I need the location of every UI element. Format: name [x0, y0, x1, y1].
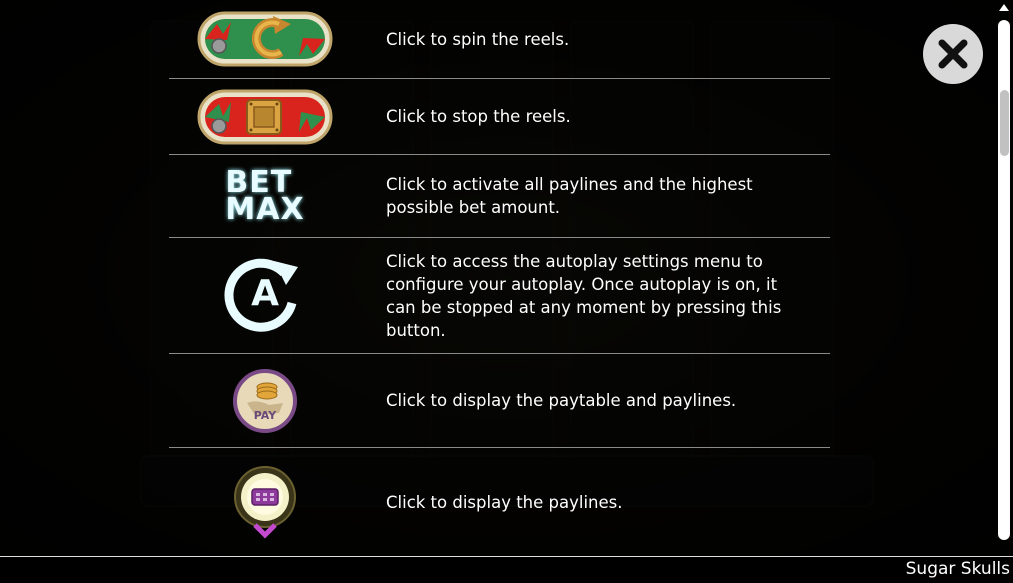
- autoplay-icon: A: [169, 253, 361, 339]
- help-row-bet-max: BET MAX Click to activate all paylines a…: [169, 155, 830, 238]
- stop-button-icon: [169, 88, 361, 146]
- bet-max-label-bottom: MAX: [225, 192, 305, 227]
- help-text-paylines: Click to display the paylines.: [386, 492, 623, 512]
- paytable-icon: PAY: [169, 368, 361, 433]
- spin-button-icon: [169, 10, 361, 68]
- help-row-paytable: PAY Click to display the paytable and pa…: [169, 354, 830, 448]
- help-row-paylines: Click to display the paylines.: [169, 448, 830, 556]
- paylines-icon: [169, 465, 361, 539]
- help-text-bet-max: Click to activate all paylines and the h…: [386, 175, 753, 217]
- help-text-spin: Click to spin the reels.: [386, 29, 570, 49]
- footer-bar: Sugar Skulls: [0, 556, 1013, 583]
- help-text-paytable: Click to display the paytable and paylin…: [386, 391, 737, 410]
- close-button[interactable]: [923, 24, 983, 84]
- help-row-stop: Click to stop the reels.: [169, 79, 830, 155]
- help-row-spin: Click to spin the reels.: [169, 0, 830, 79]
- scroll-up-arrow-icon[interactable]: [999, 4, 1009, 11]
- scrollbar-thumb[interactable]: [1000, 90, 1009, 156]
- help-list: Click to spin the reels. Click to stop t…: [169, 0, 830, 556]
- help-text-autoplay: Click to access the autoplay settings me…: [386, 251, 782, 340]
- help-text-stop: Click to stop the reels.: [386, 107, 571, 126]
- close-icon: [938, 39, 968, 69]
- paytable-icon-label: PAY: [253, 408, 277, 422]
- bet-max-icon: BET MAX: [169, 168, 361, 227]
- game-title: Sugar Skulls: [905, 559, 1010, 579]
- autoplay-icon-letter: A: [251, 272, 279, 314]
- help-row-autoplay: A Click to access the autoplay settings …: [169, 238, 830, 354]
